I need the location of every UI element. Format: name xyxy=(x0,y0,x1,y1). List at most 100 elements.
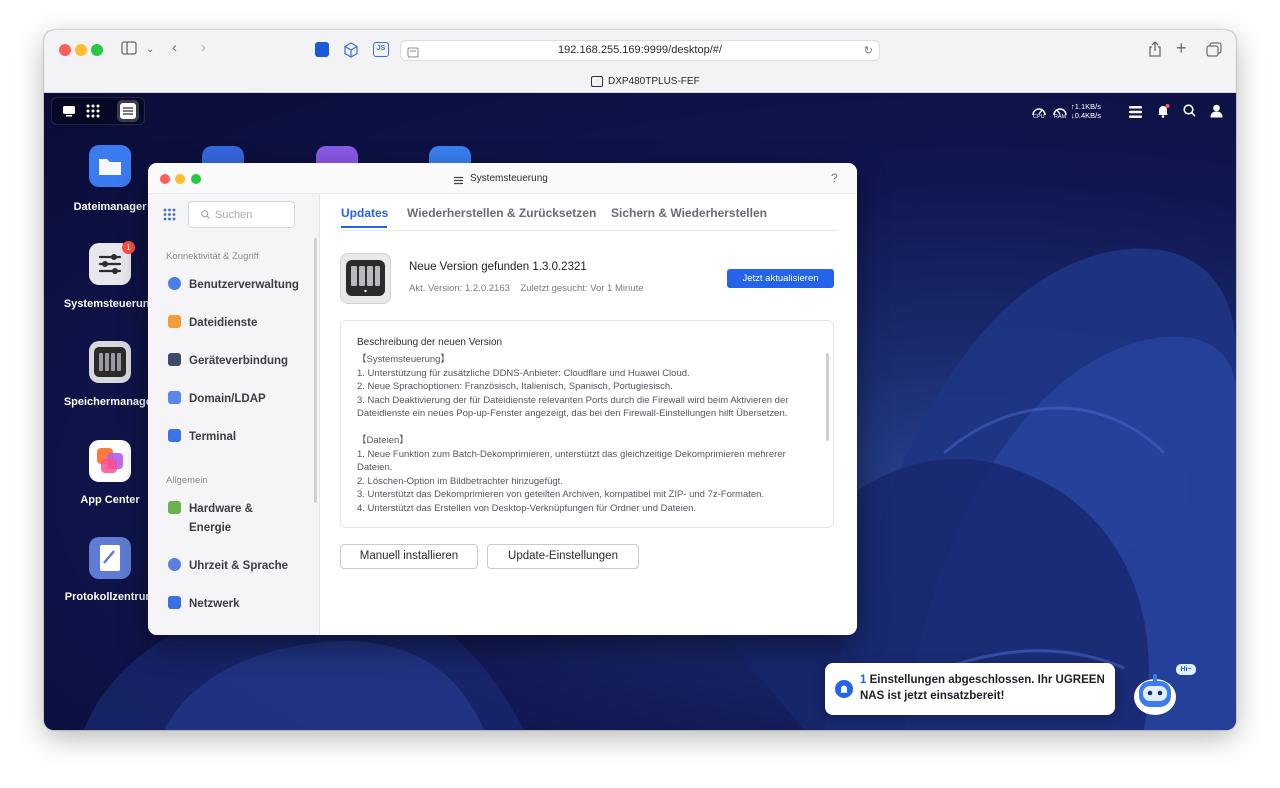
note-line: 1. Neue Funktion zum Batch-Dekomprimiere… xyxy=(357,448,786,460)
note-line: 3. Nach Deaktivierung der für Dateidiens… xyxy=(357,394,789,406)
assistant-greeting-bubble: Hi~ xyxy=(1176,664,1196,675)
settings-sliders-icon xyxy=(453,173,464,191)
help-icon[interactable]: ? xyxy=(831,171,838,185)
js-icon[interactable]: JS xyxy=(373,42,389,57)
note-line: Dateidienste ein neues Pop-up-Fenster an… xyxy=(357,408,788,419)
sidebar-item-hardware-energie[interactable]: Hardware & Energie xyxy=(168,500,313,538)
back-icon[interactable]: ‹ xyxy=(172,39,177,57)
sidebar-item-dateidienste[interactable]: Dateidienste xyxy=(168,314,313,333)
url-text: 192.168.255.169:9999/desktop/#/ xyxy=(558,44,722,56)
sidebar-item-geraeteverbindung[interactable]: Geräteverbindung xyxy=(168,352,313,371)
note-line: 1. Unterstützung für zusätzliche DDNS-An… xyxy=(357,367,690,379)
close-button[interactable] xyxy=(59,44,71,56)
release-notes-title: Beschreibung der neuen Version xyxy=(357,337,503,348)
sidebar-icon[interactable] xyxy=(121,41,137,60)
search-placeholder: Suchen xyxy=(215,209,253,221)
control-panel-window: Systemsteuerung ? Suchen Konnektivität &… xyxy=(148,163,857,635)
note-line: 3. Unterstützt das Dekomprimieren von ge… xyxy=(357,489,765,500)
browser-window: ⌄ ‹ › JS 192.168.255.169:9999/desktop/#/… xyxy=(44,30,1236,730)
sidebar-item-uhrzeit-sprache[interactable]: Uhrzeit & Sprache xyxy=(168,557,313,576)
network-upload: ↑1.1KB/s xyxy=(1071,102,1102,111)
window-title: Systemsteuerung xyxy=(470,173,548,184)
search-icon[interactable] xyxy=(1183,104,1196,122)
hardware-energy-icon xyxy=(168,501,181,514)
note-line: 4. Unterstützt das Erstellen von Desktop… xyxy=(357,502,697,514)
storage-manager-app-icon[interactable] xyxy=(89,341,131,383)
clock-language-icon xyxy=(168,558,181,571)
sidebar-item-benutzerverwaltung[interactable]: Benutzerverwaltung xyxy=(168,276,313,295)
app-grid-icon[interactable] xyxy=(163,208,176,226)
reload-icon[interactable]: ↻ xyxy=(864,44,873,57)
section-heading-connectivity: Konnektivität & Zugriff xyxy=(166,251,259,262)
user-icon[interactable] xyxy=(1210,104,1223,123)
cpu-label: CPU xyxy=(1033,114,1045,120)
tab-divider xyxy=(341,230,838,231)
update-settings-button[interactable]: Update-Einstellungen xyxy=(487,544,639,569)
browser-toolbar: ⌄ ‹ › JS 192.168.255.169:9999/desktop/#/… xyxy=(44,30,1236,93)
bell-icon xyxy=(835,680,853,698)
file-manager-app-icon[interactable] xyxy=(89,145,131,187)
section-heading-general: Allgemein xyxy=(166,475,208,486)
plus-icon[interactable]: + xyxy=(1176,38,1187,59)
notes-scrollbar[interactable] xyxy=(826,353,829,441)
release-notes-panel: Beschreibung der neuen Version 【Systemst… xyxy=(340,320,834,528)
file-services-icon xyxy=(168,315,181,328)
search-input[interactable]: Suchen xyxy=(188,201,295,228)
window-titlebar: Systemsteuerung ? xyxy=(148,163,857,194)
tab-sichern-wiederherstellen[interactable]: Sichern & Wiederherstellen xyxy=(611,206,767,220)
notification-toast[interactable]: 1 Einstellungen abgeschlossen. Ihr UGREE… xyxy=(825,663,1115,715)
network-icon xyxy=(168,596,181,609)
terminal-icon xyxy=(168,429,181,442)
control-panel-taskbar-icon[interactable] xyxy=(117,100,139,122)
tab-title[interactable]: DXP480TPLUS-FEF xyxy=(608,76,700,87)
version-info: Akt. Version: 1.2.0.2163 Zuletzt gesucht… xyxy=(409,283,644,294)
window-maximize-button[interactable] xyxy=(191,174,201,184)
app-center-app-icon[interactable] xyxy=(89,440,131,482)
forward-icon[interactable]: › xyxy=(201,39,206,57)
toast-line-1: 1 Einstellungen abgeschlossen. Ihr UGREE… xyxy=(860,674,1105,686)
bitwarden-icon[interactable] xyxy=(315,42,329,57)
minimize-button[interactable] xyxy=(75,44,87,56)
sidebar-item-terminal[interactable]: Terminal xyxy=(168,428,313,447)
domain-ldap-icon xyxy=(168,391,181,404)
window-close-button[interactable] xyxy=(160,174,170,184)
update-headline: Neue Version gefunden 1.3.0.2321 xyxy=(409,261,587,273)
manual-install-button[interactable]: Manuell installieren xyxy=(340,544,478,569)
notification-bell-icon[interactable] xyxy=(1156,104,1170,123)
sidebar-item-netzwerk[interactable]: Netzwerk xyxy=(168,595,313,614)
show-desktop-icon[interactable] xyxy=(62,104,76,120)
network-download: ↓0.4KB/s xyxy=(1071,111,1102,120)
address-bar[interactable]: 192.168.255.169:9999/desktop/#/ ↻ xyxy=(400,40,880,61)
task-list-icon[interactable] xyxy=(1129,105,1142,123)
active-tab-indicator xyxy=(341,226,387,228)
ram-label: RAM xyxy=(1054,114,1067,120)
tabs-icon[interactable] xyxy=(1206,42,1222,62)
nas-device-icon xyxy=(340,253,391,304)
user-management-icon xyxy=(168,277,181,290)
zoom-button[interactable] xyxy=(91,44,103,56)
nas-desktop: CPU RAM ↑1.1KB/s ↓0.4KB/s Dateimanager 1… xyxy=(44,93,1236,730)
app-badge: 1 xyxy=(122,241,135,254)
toast-line-2: NAS ist jetzt einsatzbereit! xyxy=(860,690,1005,702)
note-line: 2. Neue Sprachoptionen: Französisch, Ita… xyxy=(357,381,673,392)
cube-icon[interactable] xyxy=(343,42,359,63)
tab-wiederherstellen-zuruecksetzen[interactable]: Wiederherstellen & Zurücksetzen xyxy=(407,206,596,220)
settings-sidebar: Suchen Konnektivität & Zugriff Benutzerv… xyxy=(148,194,320,635)
chevron-down-icon[interactable]: ⌄ xyxy=(146,41,154,59)
sidebar-scrollbar[interactable] xyxy=(314,238,317,503)
sidebar-item-domain-ldap[interactable]: Domain/LDAP xyxy=(168,390,313,409)
note-line: 【Dateien】 xyxy=(357,435,409,446)
share-icon[interactable] xyxy=(1148,41,1162,63)
tab-favicon-icon xyxy=(591,76,603,87)
note-line: 2. Löschen-Option im Bildbetrachter hinz… xyxy=(357,475,563,487)
update-now-button[interactable]: Jetzt aktualisieren xyxy=(727,269,834,288)
window-minimize-button[interactable] xyxy=(175,174,185,184)
device-connection-icon xyxy=(168,353,181,366)
tab-updates[interactable]: Updates xyxy=(341,206,388,220)
note-line: Dateien. xyxy=(357,462,393,473)
search-icon xyxy=(201,210,210,219)
app-grid-icon[interactable] xyxy=(86,104,100,121)
note-line: 【Systemsteuerung】 xyxy=(357,354,450,365)
assistant-robot-icon[interactable] xyxy=(1131,667,1179,717)
log-center-app-icon[interactable] xyxy=(89,537,131,579)
